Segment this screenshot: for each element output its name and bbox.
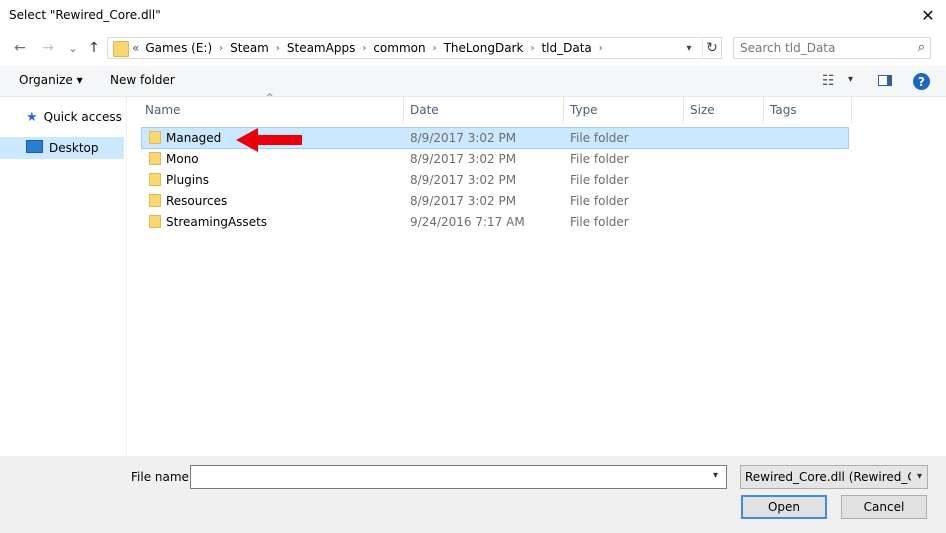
forward-button[interactable]: → <box>37 38 59 58</box>
view-details-icon[interactable]: ☷ <box>822 73 835 89</box>
breadcrumb-item[interactable]: Games (E:) <box>145 41 212 55</box>
close-icon[interactable]: ✕ <box>913 2 943 28</box>
file-name: Resources <box>166 194 228 208</box>
cancel-button[interactable]: Cancel <box>841 495 927 519</box>
chevron-right-icon[interactable]: › <box>530 43 534 54</box>
column-header-type[interactable]: Type <box>564 97 684 123</box>
file-type-filter-value: Rewired_Core.dll (Rewired_Core <box>745 470 911 484</box>
chevron-down-icon: ▾ <box>916 471 922 482</box>
desktop-icon <box>26 139 43 157</box>
navigation-pane: ★ Quick access Desktop <box>0 97 127 455</box>
chevron-down-icon[interactable]: ▾ <box>681 40 697 56</box>
toolbar: Organize ▾ New folder ☷ ▾ <box>0 66 946 97</box>
breadcrumb-item[interactable]: common <box>373 41 425 55</box>
file-date: 8/9/2017 3:02 PM <box>410 173 517 187</box>
open-button[interactable]: Open <box>741 495 827 519</box>
file-date: 8/9/2017 3:02 PM <box>410 152 517 166</box>
file-row[interactable]: Mono 8/9/2017 3:02 PM File folder <box>142 149 848 169</box>
window-title: Select "Rewired_Core.dll" <box>9 8 161 22</box>
search-box[interactable]: ⌕ <box>733 37 931 59</box>
sidebar-item-label: Quick access <box>43 110 122 124</box>
folder-icon <box>149 194 161 207</box>
file-type: File folder <box>570 194 629 208</box>
breadcrumb-item[interactable]: SteamApps <box>287 41 355 55</box>
folder-icon <box>149 173 161 186</box>
folder-icon <box>149 215 161 228</box>
column-header-size[interactable]: Size <box>684 97 764 123</box>
recent-locations-button[interactable]: ⌄ <box>62 38 84 58</box>
address-bar[interactable]: « Games (E:) › Steam › SteamApps › common › … <box>107 37 722 59</box>
file-date: 8/9/2017 3:02 PM <box>410 194 517 208</box>
file-row[interactable]: Plugins 8/9/2017 3:02 PM File folder <box>142 170 848 190</box>
sidebar-item-quick-access[interactable]: ★ Quick access <box>0 106 124 128</box>
column-header-date[interactable]: Date <box>404 97 564 123</box>
breadcrumb-item[interactable]: tld_Data <box>541 41 591 55</box>
file-date: 8/9/2017 3:02 PM <box>410 131 517 145</box>
file-name-input[interactable] <box>195 470 695 484</box>
organize-button[interactable]: Organize ▾ <box>19 73 83 87</box>
chevron-right-icon[interactable]: › <box>599 43 603 54</box>
file-name: Mono <box>166 152 199 166</box>
breadcrumb-item[interactable]: Steam <box>230 41 269 55</box>
folder-icon <box>149 131 161 144</box>
new-folder-button[interactable]: New folder <box>110 73 175 87</box>
search-icon[interactable]: ⌕ <box>918 40 925 55</box>
help-icon[interactable]: ? <box>913 73 930 90</box>
chevron-right-icon[interactable]: › <box>433 43 437 54</box>
file-type: File folder <box>570 215 629 229</box>
sidebar-item-desktop[interactable]: Desktop <box>0 137 124 159</box>
sidebar-item-label: Desktop <box>49 141 99 155</box>
preview-pane-icon[interactable] <box>878 75 892 86</box>
breadcrumb-item[interactable]: TheLongDark <box>444 41 524 55</box>
breadcrumb-overflow[interactable]: « <box>132 41 139 55</box>
file-name: Managed <box>166 131 222 145</box>
chevron-right-icon[interactable]: › <box>362 43 366 54</box>
file-name-field[interactable] <box>190 465 727 489</box>
file-row[interactable]: Resources 8/9/2017 3:02 PM File folder <box>142 191 848 211</box>
up-button[interactable]: ↑ <box>83 38 105 58</box>
chevron-down-icon[interactable]: ▾ <box>713 470 718 481</box>
chevron-right-icon[interactable]: › <box>219 43 223 54</box>
file-name: StreamingAssets <box>166 215 268 229</box>
file-name: Plugins <box>166 173 209 187</box>
column-header-tags[interactable]: Tags <box>764 97 852 123</box>
file-type: File folder <box>570 173 629 187</box>
back-button[interactable]: ← <box>9 38 31 58</box>
star-icon: ★ <box>26 109 38 125</box>
folder-icon <box>113 41 129 57</box>
view-options-dropdown[interactable]: ▾ <box>848 74 853 85</box>
file-type: File folder <box>570 131 629 145</box>
file-type: File folder <box>570 152 629 166</box>
file-date: 9/24/2016 7:17 AM <box>410 215 525 229</box>
file-row[interactable]: StreamingAssets 9/24/2016 7:17 AM File f… <box>142 212 848 232</box>
breadcrumb: « Games (E:) › Steam › SteamApps › common › … <box>132 41 610 55</box>
annotation-arrow-icon <box>236 128 302 152</box>
column-header-name[interactable]: Name <box>139 97 404 123</box>
folder-icon <box>149 152 161 165</box>
search-input[interactable] <box>740 41 900 55</box>
file-name-label: File name: <box>131 470 193 484</box>
file-type-filter[interactable]: Rewired_Core.dll (Rewired_Core ▾ <box>740 465 928 489</box>
chevron-right-icon[interactable]: › <box>276 43 280 54</box>
refresh-icon[interactable]: ↻ <box>702 39 721 57</box>
